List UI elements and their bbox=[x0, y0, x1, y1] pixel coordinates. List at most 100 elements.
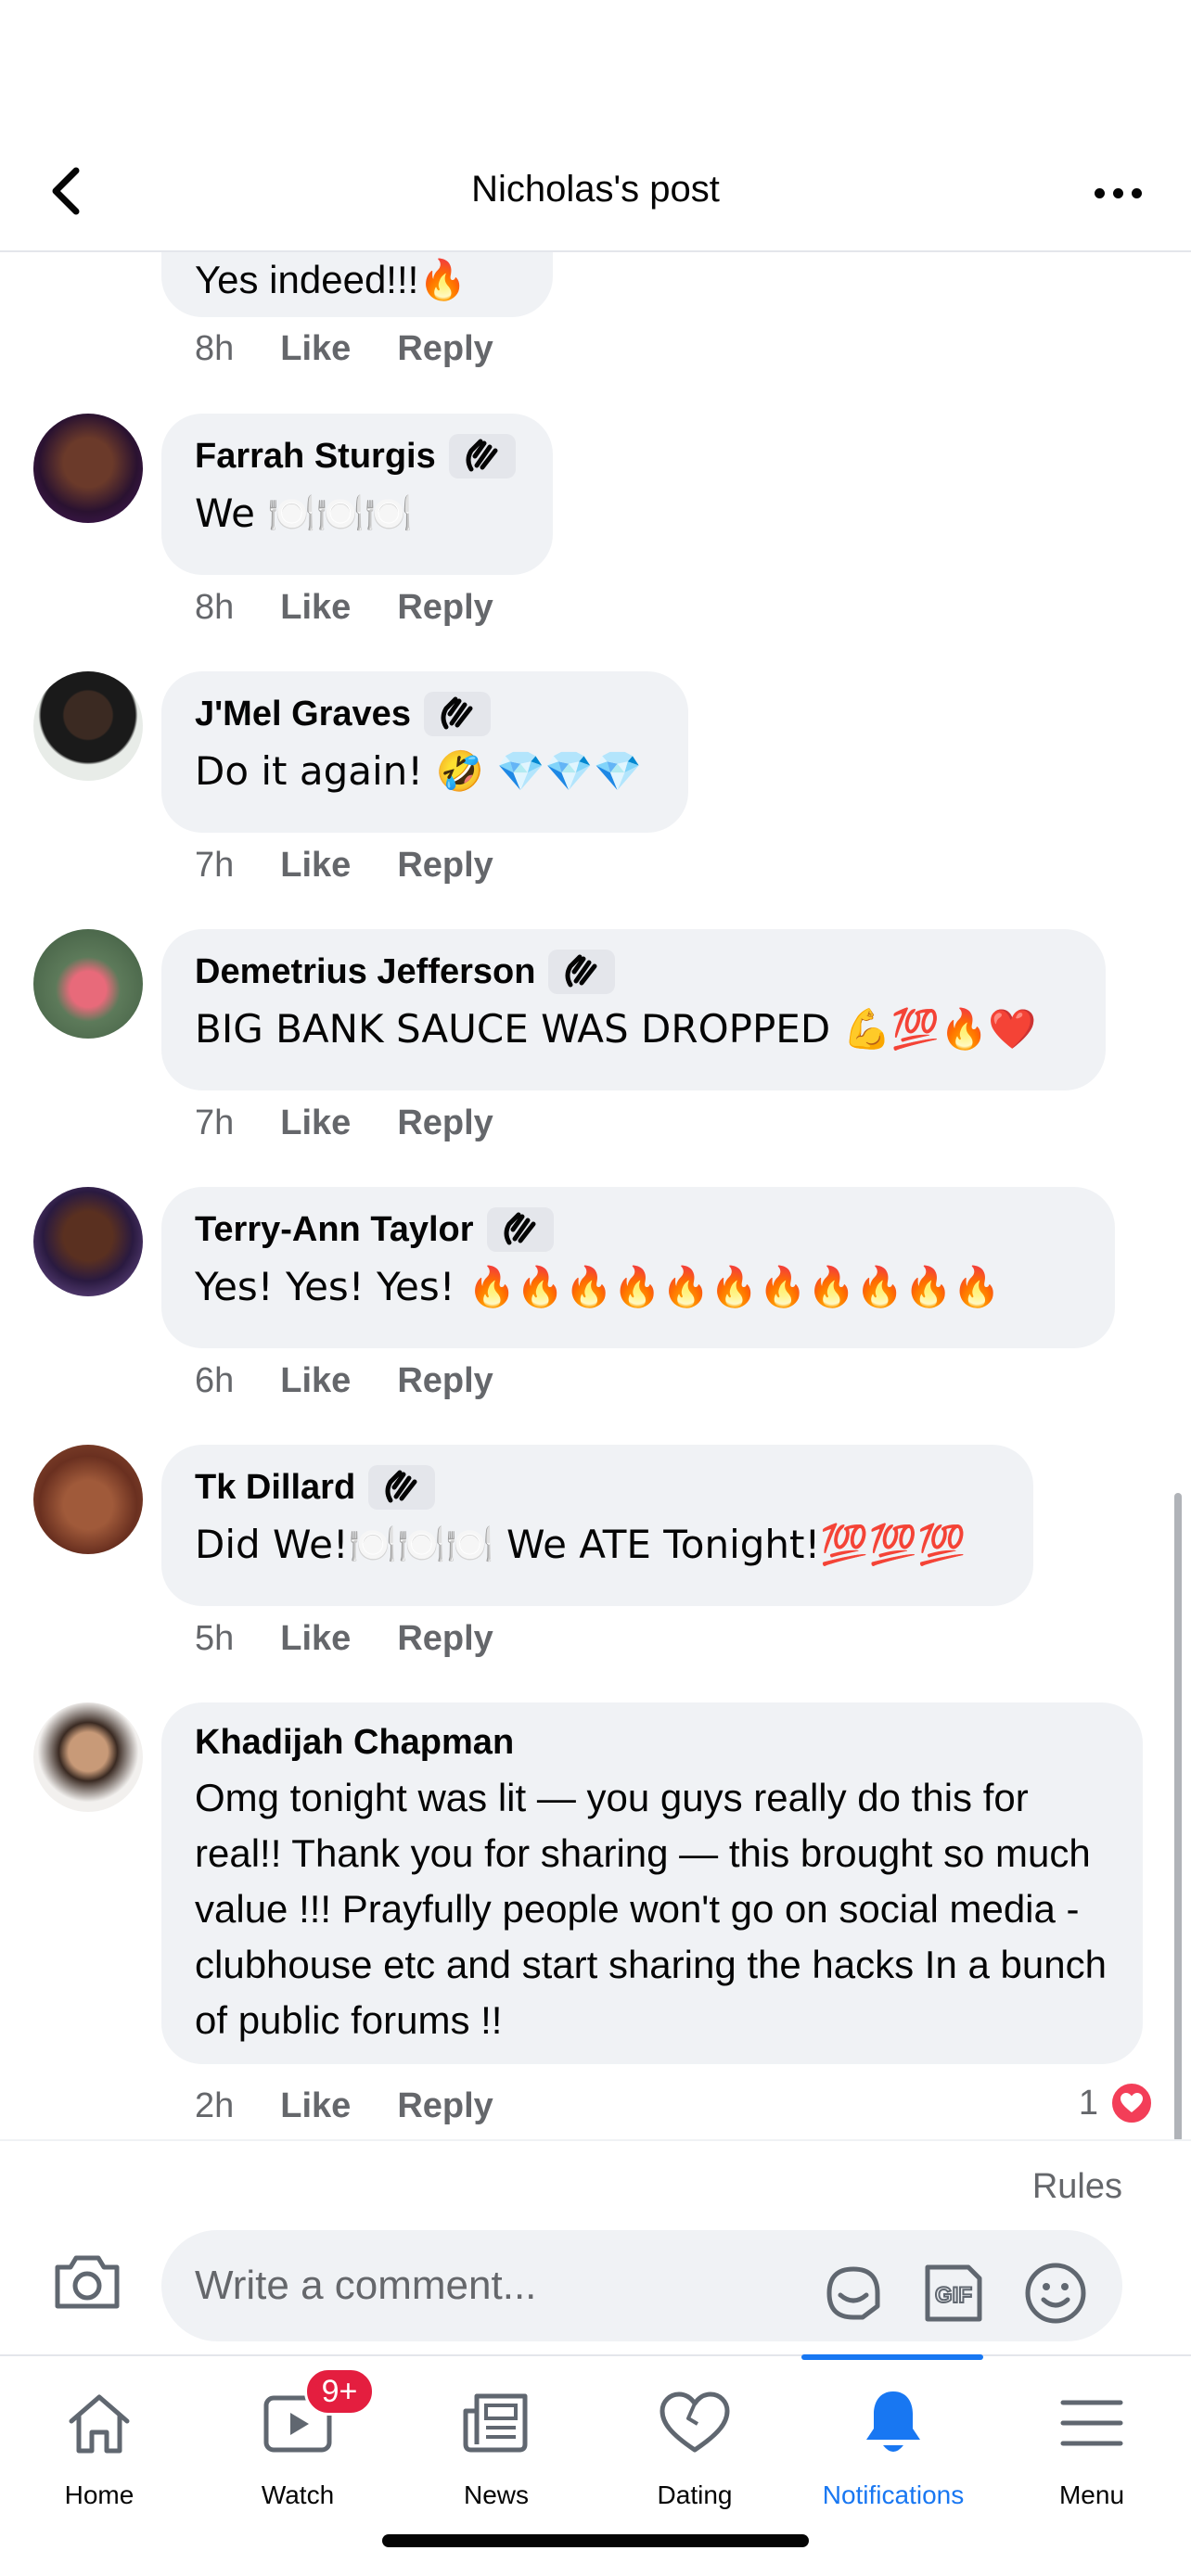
comment-text: Yes! Yes! Yes! 🔥🔥🔥🔥🔥🔥🔥🔥🔥🔥🔥 bbox=[195, 1264, 1002, 1309]
comment-actions: 2h Like Reply bbox=[195, 2086, 493, 2126]
comment-author[interactable]: Tk Dillard bbox=[195, 1468, 355, 1508]
gif-icon: GIF bbox=[925, 2264, 982, 2322]
comment-time: 7h bbox=[195, 846, 235, 885]
tab-label: Dating bbox=[657, 2480, 733, 2509]
reply-button[interactable]: Reply bbox=[397, 1619, 493, 1659]
reaction-summary[interactable]: 1 bbox=[1079, 2081, 1154, 2125]
emoji-button[interactable] bbox=[1022, 2260, 1089, 2327]
comment-actions: 6h Like Reply bbox=[195, 1361, 493, 1401]
like-button[interactable]: Like bbox=[280, 588, 351, 628]
comment-text: BIG BANK SAUCE WAS DROPPED 💪💯🔥❤️ bbox=[195, 1006, 1037, 1052]
tab-news[interactable]: News bbox=[397, 2356, 596, 2542]
dating-icon bbox=[658, 2386, 732, 2460]
page-title: Nicholas's post bbox=[471, 169, 720, 210]
wave-badge-icon bbox=[486, 1207, 554, 1252]
gif-button[interactable]: GIF bbox=[920, 2260, 987, 2327]
wave-badge-icon bbox=[368, 1465, 436, 1510]
comment-bubble: Farrah Sturgis We 🍽️🍽️🍽️ bbox=[161, 414, 553, 575]
wave-badge-icon bbox=[548, 950, 616, 994]
comment-bubble: Terry-Ann Taylor Yes! Yes! Yes! 🔥🔥🔥🔥🔥🔥🔥🔥… bbox=[161, 1187, 1115, 1348]
gif-label: GIF bbox=[935, 2283, 972, 2308]
rules-link[interactable]: Rules bbox=[1032, 2167, 1122, 2207]
comment-time: 5h bbox=[195, 1619, 235, 1658]
reply-button[interactable]: Reply bbox=[397, 846, 493, 886]
comment-author[interactable]: Khadijah Chapman bbox=[195, 1723, 514, 1763]
avatar-sticker-button[interactable] bbox=[820, 2260, 887, 2327]
like-button[interactable]: Like bbox=[280, 2086, 351, 2126]
home-indicator bbox=[382, 2534, 809, 2547]
avatar[interactable] bbox=[33, 1702, 143, 1812]
tab-watch[interactable]: 9+ Watch bbox=[198, 2356, 397, 2542]
reply-button[interactable]: Reply bbox=[397, 329, 493, 369]
more-dot-icon bbox=[1094, 187, 1105, 198]
comment-actions: 8h Like Reply bbox=[195, 588, 493, 628]
watch-badge: 9+ bbox=[304, 2367, 375, 2416]
tab-label: Menu bbox=[1058, 2480, 1125, 2509]
comment-bubble: Tk Dillard Did We!🍽️🍽️🍽️ We ATE Tonight!… bbox=[161, 1445, 1033, 1606]
more-options-button[interactable] bbox=[1085, 167, 1150, 219]
camera-button[interactable] bbox=[52, 2251, 126, 2315]
tab-notifications[interactable]: Notifications bbox=[794, 2356, 992, 2542]
tab-label: Watch bbox=[261, 2480, 335, 2509]
reaction-count: 1 bbox=[1078, 2083, 1098, 2123]
comment-actions: 7h Like Reply bbox=[195, 846, 493, 886]
emoji-icon bbox=[1025, 2263, 1086, 2324]
comment-time: 8h bbox=[195, 329, 235, 368]
news-icon bbox=[459, 2386, 533, 2460]
tab-label: Home bbox=[64, 2480, 134, 2509]
like-button[interactable]: Like bbox=[280, 1619, 351, 1659]
wave-badge-icon bbox=[423, 692, 491, 736]
comment-bubble: Demetrius Jefferson BIG BANK SAUCE WAS D… bbox=[161, 929, 1106, 1090]
avatar[interactable] bbox=[33, 1445, 143, 1554]
comment-text: Yes indeed!!!🔥 bbox=[195, 258, 467, 301]
comment-bubble: Yes indeed!!!🔥 bbox=[161, 252, 553, 317]
comment-time: 6h bbox=[195, 1361, 235, 1400]
home-icon bbox=[62, 2386, 136, 2460]
scrollbar[interactable] bbox=[1174, 1493, 1182, 2142]
comments-list: Yes indeed!!!🔥 8h Like Reply Farrah Stur… bbox=[0, 252, 1191, 2139]
comment-actions: 5h Like Reply bbox=[195, 1619, 493, 1659]
reply-button[interactable]: Reply bbox=[397, 588, 493, 628]
notifications-icon bbox=[856, 2386, 930, 2460]
tab-menu[interactable]: Menu bbox=[992, 2356, 1191, 2542]
avatar[interactable] bbox=[33, 929, 143, 1039]
comment-author[interactable]: Demetrius Jefferson bbox=[195, 952, 535, 992]
comment-time: 8h bbox=[195, 588, 235, 627]
comment-author[interactable]: J'Mel Graves bbox=[195, 695, 411, 734]
comment-time: 2h bbox=[195, 2086, 235, 2125]
more-dot-icon bbox=[1131, 187, 1142, 198]
heart-icon bbox=[1109, 2081, 1154, 2125]
camera-icon bbox=[55, 2255, 120, 2309]
tab-home[interactable]: Home bbox=[0, 2356, 198, 2542]
top-bar: Nicholas's post bbox=[0, 0, 1191, 252]
like-button[interactable]: Like bbox=[280, 1103, 351, 1143]
reply-button[interactable]: Reply bbox=[397, 2086, 493, 2126]
comment-composer: Rules GIF bbox=[0, 2139, 1191, 2354]
comment-author[interactable]: Farrah Sturgis bbox=[195, 437, 436, 477]
comment-actions: 7h Like Reply bbox=[195, 1103, 493, 1143]
like-button[interactable]: Like bbox=[280, 329, 351, 369]
tab-label: Notifications bbox=[822, 2480, 965, 2509]
comment-bubble: Khadijah Chapman Omg tonight was lit — y… bbox=[161, 1702, 1143, 2064]
comment-text: Omg tonight was lit — you guys really do… bbox=[195, 1776, 1107, 2042]
comment-bubble: J'Mel Graves Do it again! 🤣 💎💎💎 bbox=[161, 671, 688, 833]
avatar-sticker-icon bbox=[826, 2266, 880, 2320]
avatar[interactable] bbox=[33, 1187, 143, 1296]
like-button[interactable]: Like bbox=[280, 846, 351, 886]
wave-badge-icon bbox=[448, 434, 516, 478]
reply-button[interactable]: Reply bbox=[397, 1361, 493, 1401]
comment-text: Do it again! 🤣 💎💎💎 bbox=[195, 748, 643, 794]
tab-label: News bbox=[463, 2480, 529, 2509]
menu-icon bbox=[1055, 2386, 1129, 2460]
comment-author[interactable]: Terry-Ann Taylor bbox=[195, 1210, 474, 1250]
avatar[interactable] bbox=[33, 414, 143, 523]
comment-actions: 8h Like Reply bbox=[195, 329, 493, 369]
avatar[interactable] bbox=[33, 671, 143, 781]
comment-time: 7h bbox=[195, 1103, 235, 1142]
tab-dating[interactable]: Dating bbox=[596, 2356, 794, 2542]
comment-text: Did We!🍽️🍽️🍽️ We ATE Tonight!💯💯💯 bbox=[195, 1522, 967, 1567]
more-dot-icon bbox=[1112, 187, 1123, 198]
reply-button[interactable]: Reply bbox=[397, 1103, 493, 1143]
like-button[interactable]: Like bbox=[280, 1361, 351, 1401]
comment-text: We 🍽️🍽️🍽️ bbox=[195, 491, 414, 536]
